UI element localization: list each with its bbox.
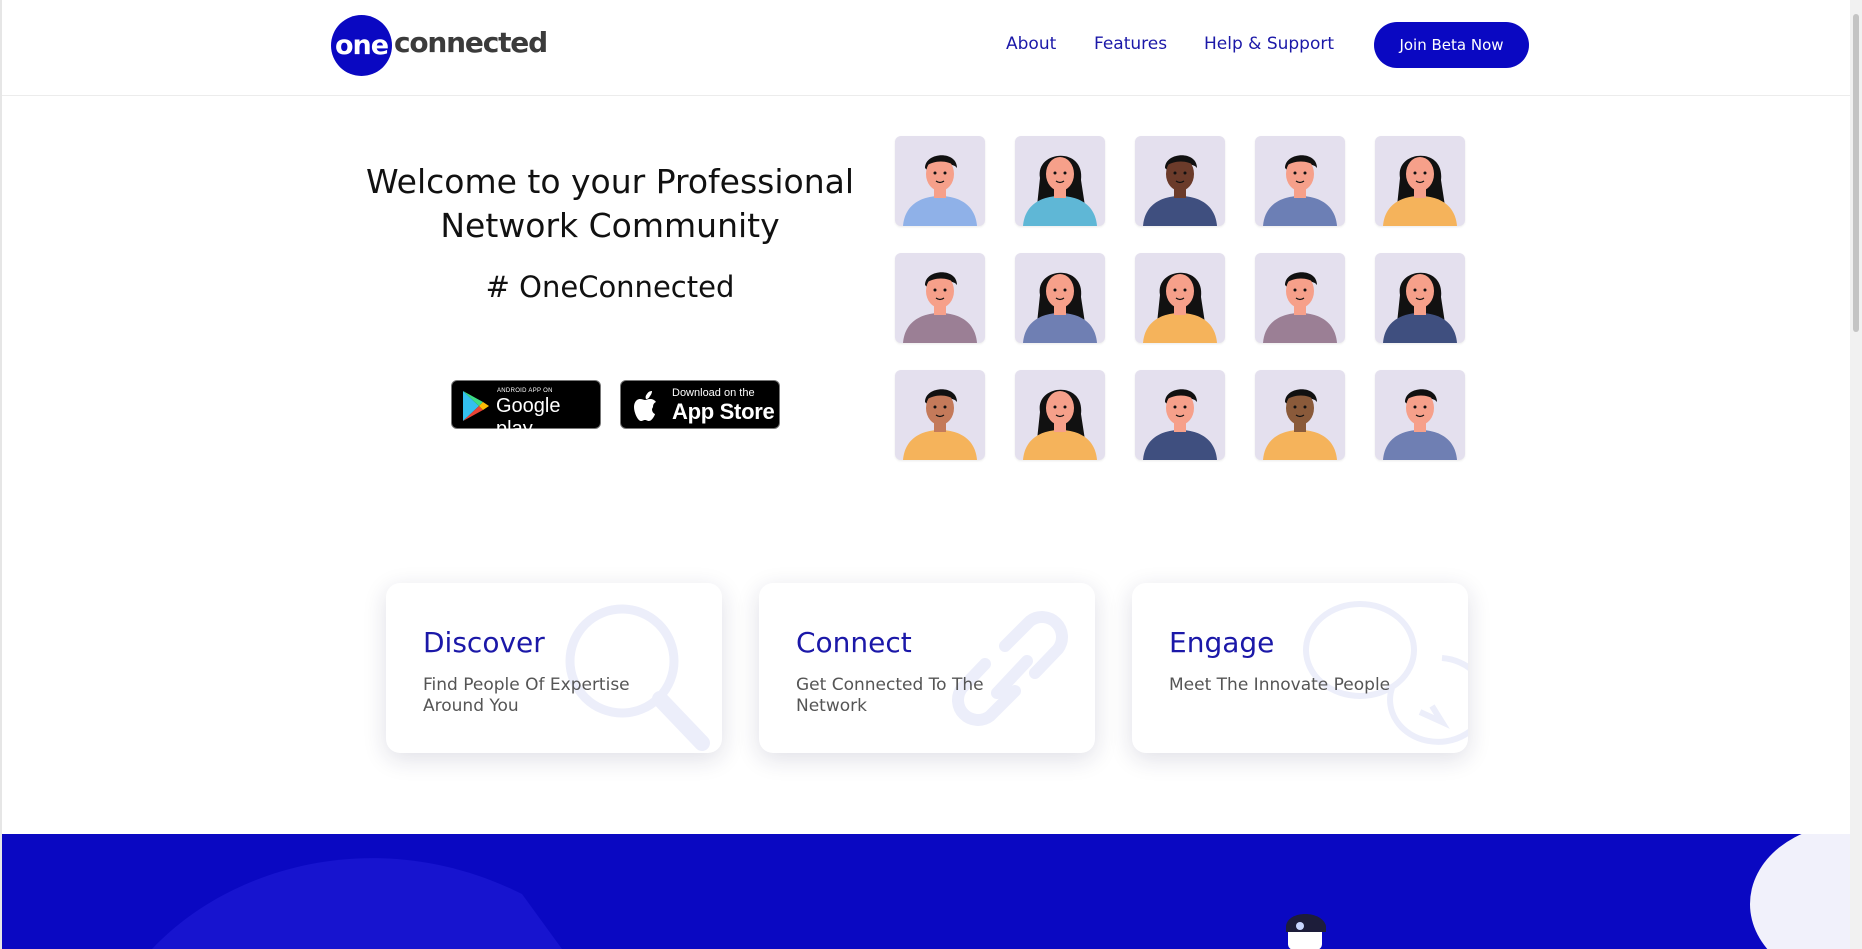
google-play-button[interactable]: ANDROID APP ON Google play xyxy=(451,380,601,440)
avatar-tile xyxy=(1255,136,1345,226)
feature-description: Get Connected To The Network xyxy=(796,675,984,716)
avatar-tile xyxy=(895,136,985,226)
join-beta-button[interactable]: Join Beta Now xyxy=(1374,22,1529,68)
nav-about[interactable]: About xyxy=(1006,34,1056,54)
logo-mark: one xyxy=(331,15,392,76)
logo-wordmark: connected xyxy=(394,26,548,59)
person-avatar-icon xyxy=(1263,155,1337,226)
avatar-tile xyxy=(1135,370,1225,460)
app-store-button[interactable]: Download on the App Store xyxy=(620,380,780,429)
avatar-tile xyxy=(1255,253,1345,343)
avatar-tile xyxy=(1375,370,1465,460)
feature-card-engage[interactable]: Engage Meet The Innovate People xyxy=(1132,583,1468,753)
person-avatar-icon xyxy=(1023,155,1097,226)
google-play-icon xyxy=(463,391,489,421)
scrollbar-thumb[interactable] xyxy=(1853,14,1859,332)
nav-help-support[interactable]: Help & Support xyxy=(1204,34,1334,54)
person-avatar-icon xyxy=(1263,389,1337,460)
person-avatar-icon xyxy=(1263,272,1337,343)
feature-description: Meet The Innovate People xyxy=(1169,675,1391,695)
apple-icon xyxy=(634,391,656,421)
band-decoration xyxy=(152,834,1850,949)
avatar-tile xyxy=(1375,253,1465,343)
feature-title: Connect xyxy=(796,626,912,659)
person-avatar-icon xyxy=(1023,272,1097,343)
feature-description: Find People Of Expertise Around You xyxy=(423,675,630,716)
person-avatar-icon xyxy=(1383,272,1457,343)
person-avatar-icon xyxy=(903,389,977,460)
avatar-tile xyxy=(1015,370,1105,460)
page-left-border xyxy=(0,0,2,949)
person-avatar-icon xyxy=(1143,155,1217,226)
google-play-label: Google play xyxy=(496,395,561,440)
feature-card-discover[interactable]: Discover Find People Of Expertise Around… xyxy=(386,583,722,753)
hero-hashtag: # OneConnected xyxy=(485,270,735,304)
avatar-tile xyxy=(1015,253,1105,343)
app-store-small-label: Download on the xyxy=(672,387,755,399)
person-avatar-icon xyxy=(1143,389,1217,460)
avatar-tile xyxy=(1135,253,1225,343)
person-avatar-icon xyxy=(1383,155,1457,226)
feature-card-connect[interactable]: Connect Get Connected To The Network xyxy=(759,583,1095,753)
avatar-tile xyxy=(895,370,985,460)
app-store-label: App Store xyxy=(672,399,775,424)
nav-features[interactable]: Features xyxy=(1094,34,1167,54)
person-avatar-icon xyxy=(903,155,977,226)
hero-title: Welcome to your Professional Network Com… xyxy=(365,162,855,245)
avatar-tile xyxy=(895,253,985,343)
person-avatar-icon xyxy=(903,272,977,343)
person-avatar-icon xyxy=(1383,389,1457,460)
feature-title: Engage xyxy=(1169,626,1275,659)
site-header: one connected About Features Help & Supp… xyxy=(2,0,1850,96)
illustration-person-icon xyxy=(1286,914,1326,949)
person-avatar-icon xyxy=(1023,389,1097,460)
avatar-tile xyxy=(1015,136,1105,226)
avatar-tile xyxy=(1375,136,1465,226)
google-play-small-label: ANDROID APP ON xyxy=(497,388,553,394)
feature-title: Discover xyxy=(423,626,545,659)
scrollbar[interactable] xyxy=(1850,0,1862,949)
blue-section-band xyxy=(2,834,1850,949)
brand-logo[interactable]: one connected xyxy=(331,15,548,76)
person-avatar-icon xyxy=(1143,272,1217,343)
avatar-tile xyxy=(1135,136,1225,226)
avatar-tile xyxy=(1255,370,1345,460)
